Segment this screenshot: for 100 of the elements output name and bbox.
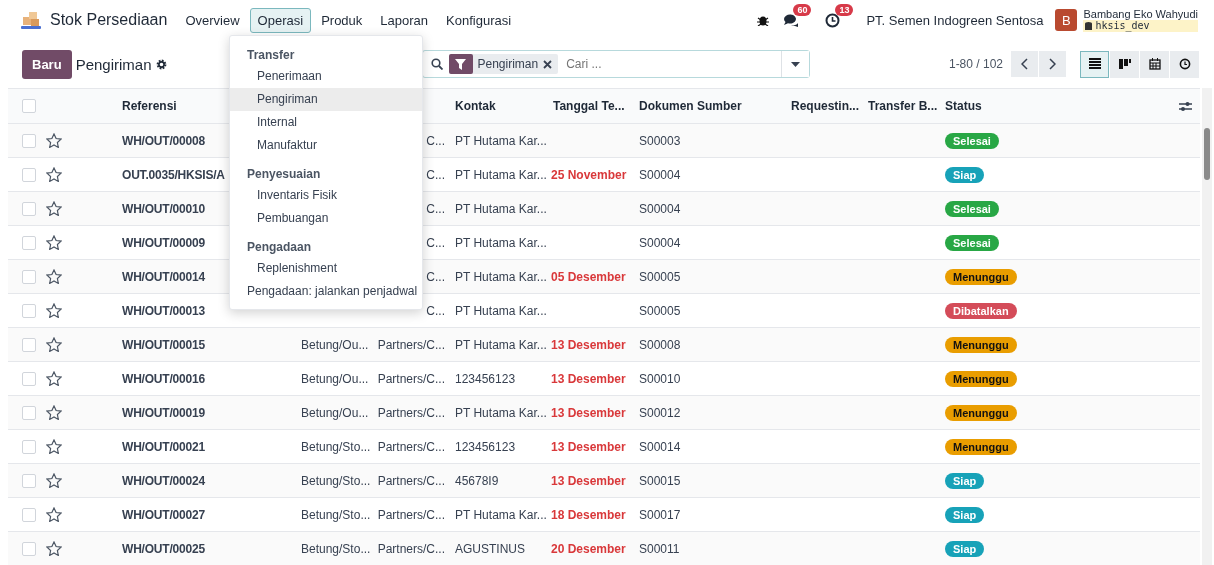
database-label: hksis_dev <box>1083 20 1198 32</box>
close-icon[interactable] <box>543 59 553 69</box>
dropdown-item[interactable]: Manufaktur <box>230 134 422 157</box>
table-cell-text: WH/OUT/00016 <box>121 371 205 386</box>
checkbox[interactable] <box>22 439 36 454</box>
table-cell-text: 25 November <box>550 167 627 182</box>
activity-view-button[interactable] <box>1170 50 1199 78</box>
dropdown-item[interactable]: Inventaris Fisik <box>230 184 422 207</box>
kanban-view-button[interactable] <box>1110 50 1139 78</box>
checkbox[interactable] <box>22 473 36 488</box>
new-button[interactable]: Baru <box>22 49 72 79</box>
table-cell-text: 13 Desember <box>550 371 626 386</box>
menu-item[interactable]: Produk <box>313 7 371 33</box>
menu-item[interactable]: Operasi <box>249 7 312 33</box>
caret-icon[interactable] <box>790 61 800 67</box>
column-header[interactable]: Status <box>939 99 1140 113</box>
filter-facet[interactable]: Pengiriman <box>448 54 559 74</box>
table-cell-text: PT Hutama Kar... <box>454 507 547 522</box>
table-cell-text: WH/OUT/00010 <box>121 201 205 216</box>
star-icon[interactable] <box>46 473 62 488</box>
table-cell-text: WH/OUT/00019 <box>121 405 205 420</box>
star-icon[interactable] <box>46 507 62 522</box>
company-name[interactable]: PT. Semen Indogreen Sentosa <box>866 12 1044 28</box>
menu-item[interactable]: Laporan <box>372 7 437 33</box>
table-cell-text: WH/OUT/00021 <box>121 439 205 454</box>
settings-icon[interactable] <box>155 58 167 70</box>
table-cell-text: 13 Desember <box>550 337 626 352</box>
dropdown-item[interactable]: Pengiriman <box>230 88 422 111</box>
table-cell-text: Partners/C... <box>376 439 446 454</box>
star-icon[interactable] <box>46 235 62 250</box>
checkbox[interactable] <box>22 201 36 216</box>
menu-item[interactable]: Overview <box>177 7 248 33</box>
column-header[interactable]: Requestin... <box>785 99 862 113</box>
dropdown-item[interactable]: Internal <box>230 111 422 134</box>
table-cell-text: S00005 <box>638 269 681 284</box>
status-badge: Selesai <box>945 234 999 251</box>
checkbox[interactable] <box>22 337 36 352</box>
status-badge: Siap <box>945 166 985 183</box>
boxes-icon <box>20 9 42 31</box>
status-badge: Selesai <box>945 200 999 217</box>
checkbox[interactable] <box>22 167 36 182</box>
star-icon[interactable] <box>46 541 62 556</box>
star-icon[interactable] <box>46 371 62 386</box>
list-icon <box>1088 58 1101 70</box>
table-cell-text: OUT.0035/HKSIS/A <box>121 167 225 182</box>
star-icon[interactable] <box>46 405 62 420</box>
star-icon[interactable] <box>46 167 62 182</box>
scrollbar[interactable] <box>1202 88 1212 565</box>
user-avatar[interactable]: B <box>1055 9 1078 31</box>
checkbox[interactable] <box>22 269 36 284</box>
bug-icon[interactable] <box>757 14 770 26</box>
dropdown-item[interactable]: Penerimaan <box>230 65 422 88</box>
status-badge: Dibatalkan <box>945 302 1017 319</box>
user-name[interactable]: Bambang Eko Wahyudi <box>1083 8 1198 20</box>
table-cell-text: S00003 <box>638 133 681 148</box>
star-icon[interactable] <box>46 201 62 216</box>
table-cell-text: S00012 <box>638 405 681 420</box>
table-cell-text: WH/OUT/00008 <box>121 133 205 148</box>
checkbox[interactable] <box>22 371 36 386</box>
star-icon[interactable] <box>46 337 62 352</box>
chat-icon[interactable] <box>783 13 800 27</box>
table-cell-text: 05 Desember <box>550 269 626 284</box>
dropdown-item[interactable]: Pengadaan: jalankan penjadwal <box>230 280 422 303</box>
table-cell-text: Betung/Sto... <box>300 541 371 556</box>
table-cell-text: 18 Desember <box>550 507 626 522</box>
menu-item[interactable]: Konfigurasi <box>438 7 520 33</box>
pager-value: 1-80 / 102 <box>948 57 1003 71</box>
checkbox[interactable] <box>22 235 36 250</box>
star-icon[interactable] <box>46 269 62 284</box>
list-view-button[interactable] <box>1080 50 1109 78</box>
scrollbar-thumb[interactable] <box>1204 128 1210 180</box>
column-header[interactable]: Dokumen Sumber <box>633 99 785 113</box>
column-header[interactable]: Tanggal Te... <box>547 99 633 113</box>
previous-button[interactable] <box>1011 51 1038 77</box>
table-cell-text: S00008 <box>638 337 681 352</box>
next-button[interactable] <box>1039 51 1066 77</box>
star-icon[interactable] <box>46 303 62 318</box>
column-settings-icon[interactable] <box>1179 100 1192 112</box>
dropdown-item[interactable]: Pembuangan <box>230 207 422 230</box>
table-cell-text: S00004 <box>638 201 681 216</box>
dropdown-item[interactable]: Replenishment <box>230 257 422 280</box>
star-icon[interactable] <box>46 133 62 148</box>
column-header[interactable]: Kontak <box>449 99 547 113</box>
checkbox[interactable] <box>22 303 36 318</box>
table-cell-text: PT Hutama Kar... <box>454 235 547 250</box>
calendar-view-button[interactable] <box>1140 50 1169 78</box>
checkbox[interactable] <box>22 133 36 148</box>
menu-section-header: Transfer <box>246 47 296 64</box>
clock-icon[interactable] <box>825 12 841 28</box>
table-cell-text: Partners/C... <box>376 337 446 352</box>
star-icon[interactable] <box>46 439 62 454</box>
table-cell-text: Betung/Ou... <box>300 371 369 386</box>
chevron-right-icon <box>1049 58 1056 70</box>
checkbox[interactable] <box>22 541 36 556</box>
status-badge: Menunggu <box>945 336 1017 353</box>
checkbox[interactable] <box>22 99 36 113</box>
table-cell-text: AGUSTINUS <box>454 541 525 556</box>
column-header[interactable]: Transfer B... <box>862 99 939 113</box>
checkbox[interactable] <box>22 507 36 522</box>
checkbox[interactable] <box>22 405 36 420</box>
